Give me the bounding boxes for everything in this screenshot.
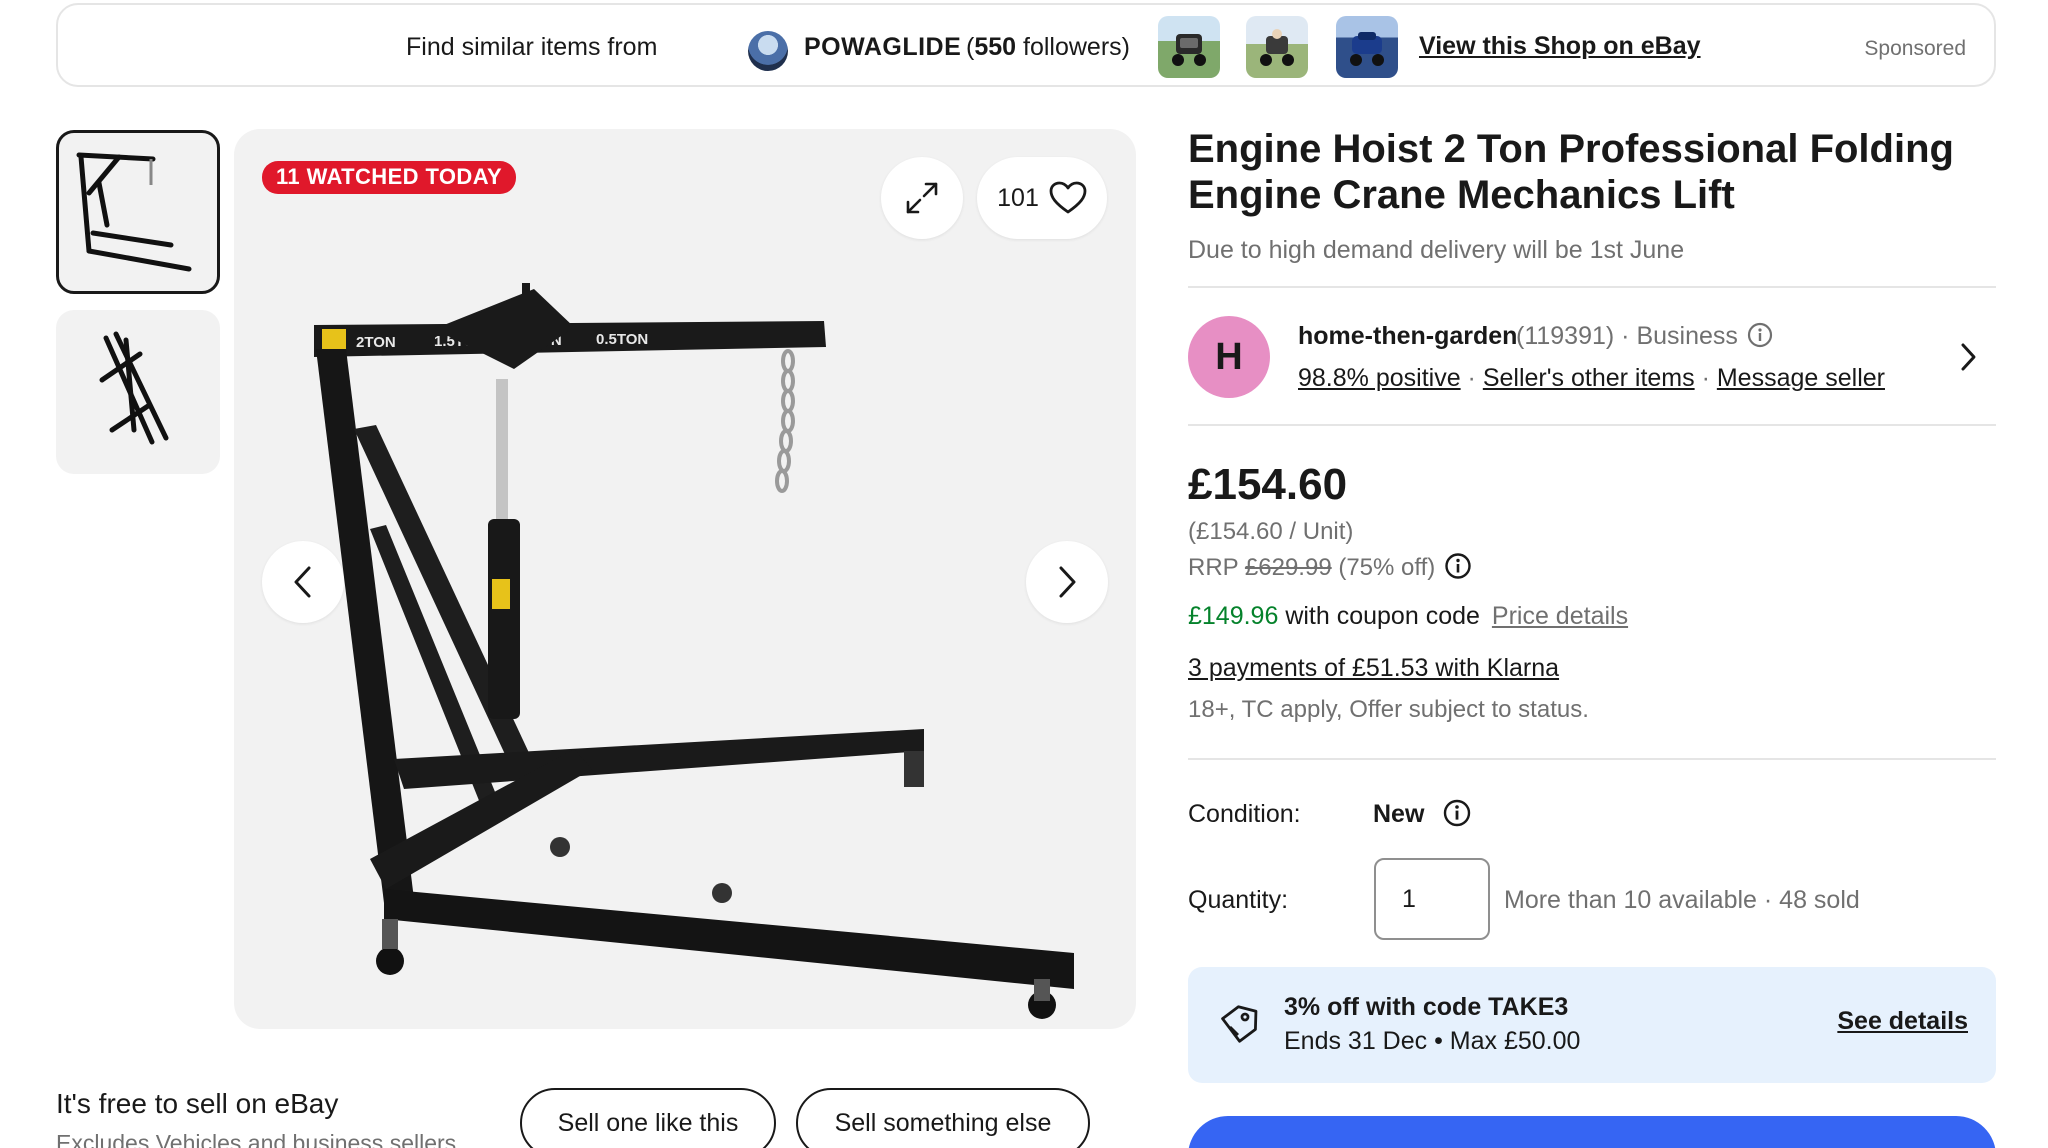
positive-feedback-link[interactable]: 98.8% positive <box>1298 364 1461 392</box>
chevron-left-icon <box>294 566 311 598</box>
sponsored-label: Sponsored <box>1864 37 1966 60</box>
thumbnail-1-selected[interactable] <box>56 130 220 294</box>
heart-icon <box>1049 181 1087 214</box>
shop-followers: (550 followers) <box>966 33 1130 61</box>
previous-image-button[interactable] <box>262 541 344 623</box>
info-icon[interactable] <box>1442 798 1472 828</box>
shop-logo[interactable] <box>748 31 788 71</box>
seller-feedback-count: (119391) <box>1516 322 1615 350</box>
expand-button[interactable] <box>881 157 963 239</box>
rrp-line: RRP £629.99 (75% off) <box>1188 552 1472 582</box>
coupon-price: £149.96 <box>1188 602 1279 630</box>
tag-icon <box>1221 1005 1258 1043</box>
shop-item-thumbnail[interactable] <box>1158 16 1220 78</box>
sell-one-like-this-button[interactable]: Sell one like this <box>520 1088 776 1148</box>
expand-icon <box>906 182 938 214</box>
listing-title: Engine Hoist 2 Ton Professional Folding … <box>1188 127 1954 217</box>
buy-it-now-button[interactable] <box>1188 1116 1996 1148</box>
sold-count: 48 sold <box>1779 886 1860 914</box>
price-details-link[interactable]: Price details <box>1492 602 1628 630</box>
sponsored-shop-banner: Find similar items from POWAGLIDE (550 f… <box>56 3 1996 87</box>
watched-today-badge: 11 WATCHED TODAY <box>262 161 517 194</box>
promo-title: 3% off with code TAKE3 <box>1284 993 1569 1021</box>
unit-price: (£154.60 / Unit) <box>1188 518 1354 545</box>
chevron-right-icon[interactable] <box>1958 340 1978 374</box>
klarna-note: 18+, TC apply, Offer subject to status. <box>1188 696 1589 723</box>
main-product-image[interactable]: 2TON 1.5TON 1TON 0.5TON <box>234 129 1136 1029</box>
shop-item-thumbnail[interactable] <box>1336 16 1398 78</box>
info-icon[interactable] <box>1747 322 1773 348</box>
seller-avatar[interactable]: H <box>1188 316 1270 398</box>
quantity-label: Quantity: <box>1188 886 1289 914</box>
promo-terms: Ends 31 Dec • Max £50.00 <box>1284 1027 1581 1055</box>
quantity-input[interactable] <box>1374 858 1490 940</box>
seller-links: 98.8% positive · Seller's other items · … <box>1298 364 1885 392</box>
rrp-value: £629.99 <box>1244 554 1332 581</box>
message-seller-link[interactable]: Message seller <box>1717 364 1885 392</box>
coupon-line: £149.96 with coupon code Price details <box>1188 602 1629 630</box>
divider <box>1188 286 1996 288</box>
divider <box>1188 758 1996 760</box>
listing-subtitle: Due to high demand delivery will be 1st … <box>1188 236 1685 264</box>
next-image-button[interactable] <box>1026 541 1108 623</box>
engine-hoist-image: 2TON 1.5TON 1TON 0.5TON <box>314 283 1074 1019</box>
capacity-label-2ton: 2TON <box>356 334 396 351</box>
watch-count: 101 <box>997 183 1039 212</box>
condition-value: New <box>1373 800 1425 828</box>
info-icon[interactable] <box>1444 552 1472 580</box>
followers-count: 550 <box>974 33 1017 61</box>
seller-name[interactable]: home-then-garden <box>1298 322 1517 351</box>
discount-percent: (75% off) <box>1331 554 1436 581</box>
seller-meta: (119391) · Business <box>1516 322 1773 351</box>
klarna-link[interactable]: 3 payments of £51.53 with Klarna <box>1188 654 1559 683</box>
capacity-label-0-5ton: 0.5TON <box>596 331 648 348</box>
see-details-link[interactable]: See details <box>1837 1007 1968 1036</box>
availability: More than 10 available · 48 sold <box>1504 886 1860 914</box>
thumbnail-2[interactable] <box>56 310 220 474</box>
sell-promo-title: It's free to sell on eBay <box>56 1088 339 1119</box>
shop-name[interactable]: POWAGLIDE <box>804 33 961 62</box>
shop-item-thumbnail[interactable] <box>1246 16 1308 78</box>
sell-something-else-button[interactable]: Sell something else <box>796 1088 1090 1148</box>
view-shop-link[interactable]: View this Shop on eBay <box>1419 32 1701 61</box>
divider <box>1188 424 1996 426</box>
seller-type: Business <box>1636 322 1738 350</box>
sell-promo-subtitle: Excludes Vehicles and business sellers <box>56 1130 457 1148</box>
available-count: More than 10 available <box>1504 886 1757 914</box>
condition-label: Condition: <box>1188 800 1301 828</box>
price: £154.60 <box>1188 460 1348 509</box>
seller-other-items-link[interactable]: Seller's other items <box>1483 364 1695 392</box>
coupon-promo-box: 3% off with code TAKE3 Ends 31 Dec • Max… <box>1188 967 1996 1083</box>
watchlist-button[interactable]: 101 <box>977 157 1107 239</box>
chevron-right-icon <box>1059 566 1076 598</box>
find-similar-text: Find similar items from <box>406 33 658 61</box>
